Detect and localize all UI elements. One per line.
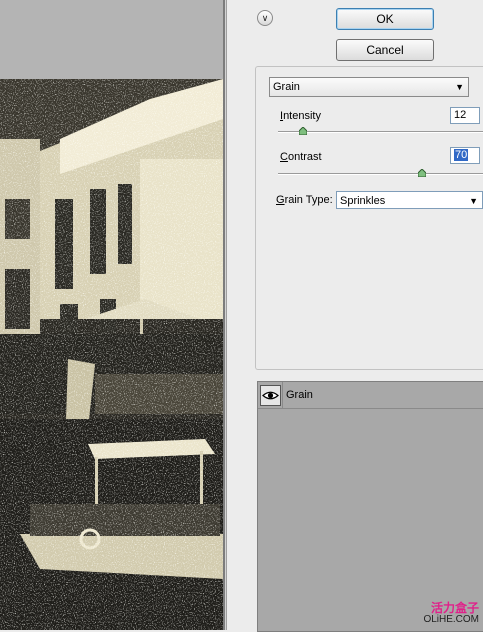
double-chevron-down-icon[interactable]: ∨ bbox=[257, 10, 273, 26]
contrast-slider-track[interactable] bbox=[278, 173, 483, 175]
ok-button[interactable]: OK bbox=[336, 8, 434, 30]
cancel-button[interactable]: Cancel bbox=[336, 39, 434, 61]
intensity-slider-track[interactable] bbox=[278, 131, 483, 133]
grain-type-value: Sprinkles bbox=[340, 195, 386, 207]
intensity-slider-thumb[interactable] bbox=[298, 127, 307, 135]
intensity-field[interactable]: 12 bbox=[450, 107, 480, 124]
contrast-slider-thumb[interactable] bbox=[417, 169, 426, 177]
filter-preview[interactable] bbox=[0, 0, 223, 630]
layer-row[interactable]: Grain bbox=[258, 382, 483, 409]
layer-divider bbox=[282, 382, 283, 408]
contrast-value: 70 bbox=[454, 149, 469, 161]
triangle-down-icon: ▼ bbox=[469, 196, 478, 206]
watermark: 活力盒子 OLiHE.COM bbox=[423, 602, 479, 626]
filter-select[interactable]: Grain ▼ bbox=[269, 77, 469, 97]
filter-settings-panel: ∨ OK Cancel Grain ▼ Intensity 12 Contras… bbox=[240, 0, 483, 632]
intensity-label: Intensity bbox=[280, 110, 321, 122]
grain-type-label: Grain Type: bbox=[276, 194, 333, 206]
watermark-cn: 活力盒子 bbox=[430, 601, 479, 615]
triangle-down-icon: ▼ bbox=[455, 82, 464, 92]
layer-name: Grain bbox=[286, 389, 313, 401]
eye-icon[interactable] bbox=[260, 385, 281, 406]
watermark-en: OLiHE.COM bbox=[423, 614, 479, 625]
panel-splitter[interactable] bbox=[225, 0, 241, 630]
grain-type-select[interactable]: Sprinkles ▼ bbox=[336, 191, 483, 209]
filter-select-value: Grain bbox=[273, 81, 300, 93]
contrast-field[interactable]: 70 bbox=[450, 147, 480, 164]
preview-image bbox=[0, 79, 223, 630]
effect-layers-list: Grain bbox=[257, 381, 483, 632]
contrast-label: Contrast bbox=[280, 151, 322, 163]
